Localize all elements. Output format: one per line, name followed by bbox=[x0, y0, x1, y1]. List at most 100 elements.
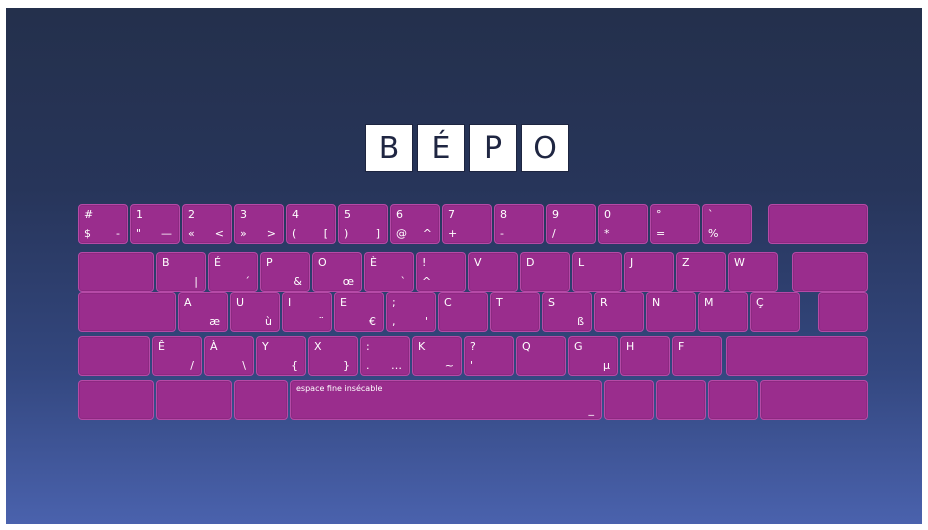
key-legend: À bbox=[210, 340, 218, 353]
top-row-key[interactable]: V bbox=[468, 252, 518, 292]
bottom-row-key[interactable]: ? ' bbox=[464, 336, 514, 376]
key-legend: } bbox=[343, 359, 350, 372]
keyboard: # $ -1 " —2 «<3» >4([5)] 6 @ ^ 7 +8-9/0 * ° = `% B | É ´ P & O… bbox=[6, 8, 922, 524]
top-row-key[interactable]: È ` bbox=[364, 252, 414, 292]
top-row-key[interactable]: Z bbox=[676, 252, 726, 292]
top-row-key[interactable]: L bbox=[572, 252, 622, 292]
top-row-key[interactable]: P & bbox=[260, 252, 310, 292]
number-row-key[interactable] bbox=[768, 204, 868, 244]
key-legend: [ bbox=[323, 227, 328, 240]
key-legend: G bbox=[574, 340, 583, 353]
space-row-key[interactable] bbox=[708, 380, 758, 420]
home-row-key[interactable]: ;, ' bbox=[386, 292, 436, 332]
space-row-key[interactable] bbox=[78, 380, 154, 420]
bottom-row-key[interactable]: À \ bbox=[204, 336, 254, 376]
key-legend: B bbox=[162, 256, 170, 269]
home-row-key[interactable]: T bbox=[490, 292, 540, 332]
top-row-key[interactable]: É ´ bbox=[208, 252, 258, 292]
number-row-key[interactable]: ° = bbox=[650, 204, 700, 244]
number-row-key[interactable]: 0 * bbox=[598, 204, 648, 244]
key-legend: ' bbox=[470, 359, 474, 372]
bottom-row-key[interactable]: H bbox=[620, 336, 670, 376]
number-row-key[interactable]: 2 « < bbox=[182, 204, 232, 244]
key-legend: / bbox=[190, 359, 194, 372]
home-row-key[interactable] bbox=[78, 292, 176, 332]
bottom-row-key[interactable]: F bbox=[672, 336, 722, 376]
key-legend: Y bbox=[262, 340, 269, 353]
key-legend: ? bbox=[470, 340, 476, 353]
key-legend: espace fine insécable bbox=[296, 384, 383, 393]
home-row-key[interactable]: Ç bbox=[750, 292, 800, 332]
space-row-key[interactable] bbox=[656, 380, 706, 420]
key-legend: ^ bbox=[422, 227, 432, 240]
number-row-key[interactable]: 9/ bbox=[546, 204, 596, 244]
key-legend: _ bbox=[588, 403, 595, 416]
key-legend: R bbox=[600, 296, 608, 309]
top-row-key[interactable] bbox=[78, 252, 154, 292]
key-legend: ù bbox=[265, 315, 272, 328]
bottom-row-key[interactable]: X} bbox=[308, 336, 358, 376]
bottom-row-key[interactable]: :.… bbox=[360, 336, 410, 376]
key-legend: @ bbox=[396, 227, 407, 240]
key-legend: 0 bbox=[604, 208, 611, 221]
number-row-key[interactable]: 1 " — bbox=[130, 204, 180, 244]
key-legend: * bbox=[604, 227, 610, 240]
key-legend: > bbox=[266, 227, 276, 240]
key-legend: P bbox=[266, 256, 273, 269]
space-row-key[interactable]: espace fine insécable _ bbox=[290, 380, 602, 420]
bottom-row-key[interactable]: Gµ bbox=[568, 336, 618, 376]
key-legend: µ bbox=[603, 359, 610, 372]
space-row-key[interactable] bbox=[156, 380, 232, 420]
key-legend: ß bbox=[577, 315, 584, 328]
number-row-key[interactable]: 3 » > bbox=[234, 204, 284, 244]
key-legend: — bbox=[161, 227, 172, 240]
top-row-key[interactable]: ! ^ bbox=[416, 252, 466, 292]
space-row-key[interactable] bbox=[760, 380, 868, 420]
number-row-key[interactable]: 4 ([ bbox=[286, 204, 336, 244]
key-legend: … bbox=[391, 359, 402, 372]
space-row-key[interactable] bbox=[234, 380, 288, 420]
top-row-key[interactable]: Oœ bbox=[312, 252, 362, 292]
key-legend: I bbox=[288, 296, 292, 309]
number-row-key[interactable]: `% bbox=[702, 204, 752, 244]
bottom-row-key[interactable]: Y{ bbox=[256, 336, 306, 376]
number-row-key[interactable]: 5)] bbox=[338, 204, 388, 244]
top-row-key[interactable]: J bbox=[624, 252, 674, 292]
key-legend: : bbox=[366, 340, 370, 353]
key-legend: œ bbox=[342, 275, 354, 288]
key-legend: { bbox=[291, 359, 298, 372]
home-row-key[interactable]: C bbox=[438, 292, 488, 332]
number-row-key[interactable]: 6 @ ^ bbox=[390, 204, 440, 244]
bottom-row-key[interactable]: Q bbox=[516, 336, 566, 376]
home-row-key[interactable]: M bbox=[698, 292, 748, 332]
home-row-key[interactable] bbox=[818, 292, 868, 332]
space-row-key[interactable] bbox=[604, 380, 654, 420]
bottom-row-key[interactable] bbox=[78, 336, 150, 376]
key-legend: 4 bbox=[292, 208, 299, 221]
top-row-key[interactable] bbox=[792, 252, 868, 292]
key-legend: ¨ bbox=[318, 315, 325, 328]
key-legend: ´ bbox=[244, 275, 251, 288]
home-row-key[interactable]: I ¨ bbox=[282, 292, 332, 332]
number-row-key[interactable]: 8- bbox=[494, 204, 544, 244]
key-legend: $ bbox=[84, 227, 91, 240]
top-row-key[interactable]: B | bbox=[156, 252, 206, 292]
key-legend: L bbox=[578, 256, 585, 269]
home-row-key[interactable]: R bbox=[594, 292, 644, 332]
home-row-key[interactable]: Aæ bbox=[178, 292, 228, 332]
top-row-key[interactable]: D bbox=[520, 252, 570, 292]
number-row-key[interactable]: 7 + bbox=[442, 204, 492, 244]
key-legend: J bbox=[630, 256, 634, 269]
bottom-row-key[interactable] bbox=[726, 336, 868, 376]
key-legend: U bbox=[236, 296, 245, 309]
key-legend: ' bbox=[424, 315, 428, 328]
home-row-key[interactable]: E € bbox=[334, 292, 384, 332]
top-row-key[interactable]: W bbox=[728, 252, 778, 292]
home-row-key[interactable]: Uù bbox=[230, 292, 280, 332]
bottom-row-key[interactable]: K ~ bbox=[412, 336, 462, 376]
home-row-key[interactable]: N bbox=[646, 292, 696, 332]
bottom-row-key[interactable]: Ê / bbox=[152, 336, 202, 376]
home-row-key[interactable]: Sß bbox=[542, 292, 592, 332]
number-row-key[interactable]: # $ - bbox=[78, 204, 128, 244]
key-legend: Z bbox=[682, 256, 690, 269]
